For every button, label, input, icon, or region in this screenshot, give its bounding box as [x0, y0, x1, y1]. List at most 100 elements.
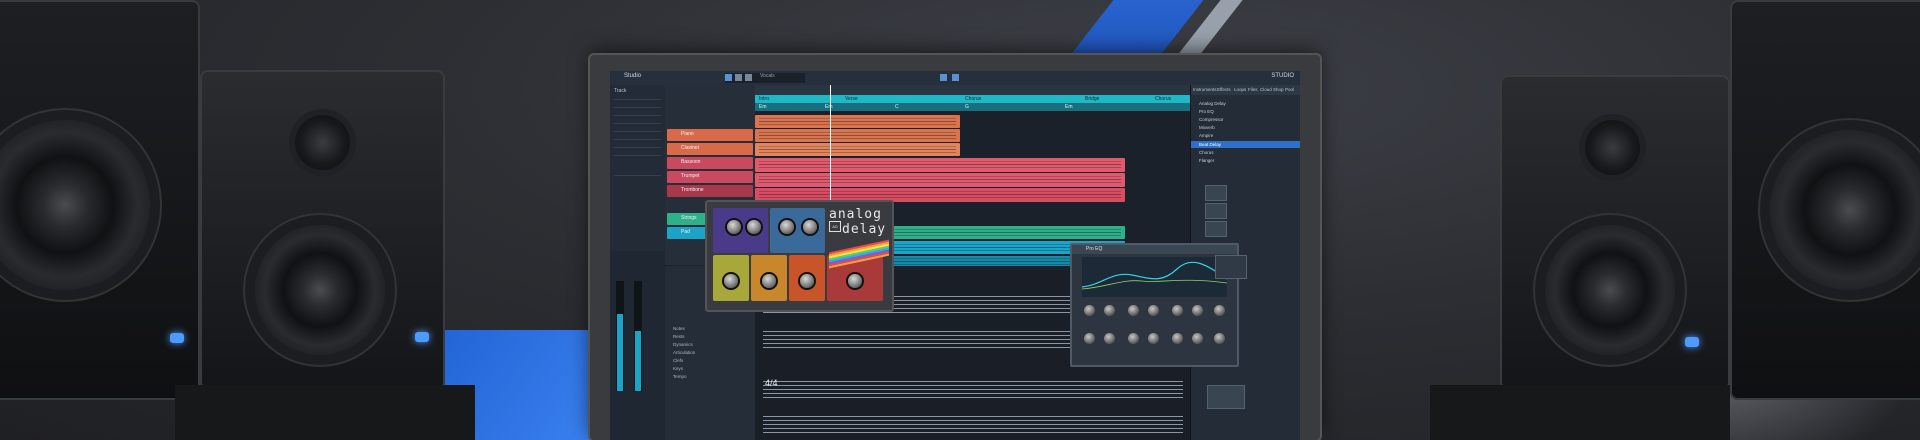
browser-tab[interactable]: Effects: [1217, 87, 1231, 92]
arranger-section[interactable]: Verse: [845, 96, 858, 102]
track-label: Trumpet: [681, 173, 700, 179]
browser-item[interactable]: Analog Delay: [1199, 101, 1226, 106]
eq-knob[interactable]: [1214, 305, 1225, 316]
chord-selector-widget[interactable]: [1215, 255, 1247, 279]
preset-thumbnail[interactable]: [1205, 221, 1227, 237]
browser-item[interactable]: Beat Delay: [1199, 142, 1221, 147]
browser-tab[interactable]: Pool: [1285, 87, 1294, 92]
chord-label[interactable]: Em: [825, 104, 833, 110]
preset-thumbnail[interactable]: [1207, 385, 1245, 409]
pencil-tool-icon[interactable]: [735, 74, 742, 81]
inspector-row[interactable]: [614, 107, 661, 108]
browser-tab[interactable]: Instruments: [1193, 87, 1217, 92]
low-cut-knob[interactable]: [724, 274, 738, 288]
inspector-row[interactable]: [614, 155, 661, 156]
preset-thumbnail[interactable]: [1205, 203, 1227, 219]
browser-tab[interactable]: Files: [1248, 87, 1258, 92]
inspector-row[interactable]: [614, 139, 661, 140]
rate-knob[interactable]: [762, 274, 776, 288]
volume-fader[interactable]: [634, 281, 642, 391]
audio-clip[interactable]: [755, 158, 1125, 172]
browser-tab[interactable]: Cloud: [1260, 87, 1272, 92]
eq-curve-display[interactable]: [1082, 257, 1227, 297]
arranger-section[interactable]: Intro: [759, 96, 769, 102]
inspector-row[interactable]: [614, 131, 661, 132]
browser-tab[interactable]: Shop: [1273, 87, 1284, 92]
eq-knob[interactable]: [1104, 305, 1115, 316]
inspector-row[interactable]: [614, 147, 661, 148]
eq-knob[interactable]: [1148, 333, 1159, 344]
selected-track-name: Vocals: [760, 73, 775, 79]
inspector-row[interactable]: [614, 123, 661, 124]
eq-knob[interactable]: [1128, 333, 1139, 344]
speaker-stand-left: [175, 385, 475, 440]
eq-knob[interactable]: [1214, 333, 1225, 344]
audio-clip[interactable]: [755, 173, 1125, 187]
chord-label[interactable]: G: [965, 104, 969, 110]
track-row-piano[interactable]: Piano: [667, 129, 753, 141]
preset-thumbnail[interactable]: [1205, 185, 1227, 201]
volume-fader[interactable]: [616, 281, 624, 391]
mix-knob[interactable]: [800, 274, 814, 288]
audio-clip[interactable]: [755, 129, 960, 142]
pro-eq-plugin[interactable]: Pro EQ: [1070, 243, 1239, 367]
snap-toggle-icon[interactable]: [940, 74, 947, 81]
chord-label[interactable]: Em: [759, 104, 767, 110]
browser-item[interactable]: Pro EQ: [1199, 109, 1214, 114]
inspector-title: Track: [614, 88, 627, 94]
browser-item[interactable]: Compressor: [1199, 117, 1224, 122]
width-knob[interactable]: [803, 220, 817, 234]
browser-item[interactable]: Mixverb: [1199, 125, 1215, 130]
symbol-category[interactable]: Rests: [673, 334, 685, 339]
arranger-section[interactable]: Chorus: [965, 96, 981, 102]
symbol-category[interactable]: Keys: [673, 366, 683, 371]
chord-label[interactable]: Em: [1065, 104, 1073, 110]
symbol-category[interactable]: Clefs: [673, 358, 683, 363]
plugin-badge: AD: [829, 221, 841, 232]
eq-knob[interactable]: [1192, 305, 1203, 316]
track-row-bassoon[interactable]: Bassoon: [667, 157, 753, 169]
track-row-trumpet[interactable]: Trumpet: [667, 171, 753, 183]
loop-toggle-icon[interactable]: [952, 74, 959, 81]
speaker-stand-right: [1430, 385, 1730, 440]
inspector-row[interactable]: [614, 115, 661, 116]
analog-delay-plugin[interactable]: analog delay AD: [705, 200, 894, 312]
inspector-row[interactable]: [614, 175, 661, 176]
daw-toolbar: Studio Vocals STUDIO: [610, 71, 1300, 86]
eq-knob[interactable]: [1128, 305, 1139, 316]
eq-knob[interactable]: [1084, 333, 1095, 344]
delay-time-knob[interactable]: [727, 220, 741, 234]
inspector-row[interactable]: [614, 99, 661, 100]
symbol-category[interactable]: Tempo: [673, 374, 687, 379]
track-row-clavinet[interactable]: Clavinet: [667, 143, 753, 155]
arranger-section[interactable]: Bridge: [1085, 96, 1099, 102]
delay-beats-knob[interactable]: [747, 220, 761, 234]
eq-knob[interactable]: [1172, 333, 1183, 344]
symbol-category[interactable]: Notes: [673, 326, 685, 331]
eq-knob[interactable]: [1148, 305, 1159, 316]
audio-clip[interactable]: [755, 143, 960, 156]
eraser-tool-icon[interactable]: [745, 74, 752, 81]
feedback-knob[interactable]: [780, 220, 794, 234]
symbol-category[interactable]: Dynamics: [673, 342, 693, 347]
eq-knob[interactable]: [1192, 333, 1203, 344]
chord-label[interactable]: C: [895, 104, 899, 110]
woofer-icon: [1770, 130, 1920, 290]
symbol-category[interactable]: Articulation: [673, 350, 695, 355]
audio-clip[interactable]: [755, 115, 960, 128]
track-row-trombone[interactable]: Trombone: [667, 185, 753, 197]
plugin-header: Pro EQ: [1072, 245, 1237, 254]
browser-item[interactable]: Ampire: [1199, 133, 1213, 138]
timeline-ruler[interactable]: [755, 85, 1190, 95]
arranger-section[interactable]: Chorus: [1155, 96, 1171, 102]
browser-item[interactable]: Flanger: [1199, 158, 1214, 163]
arrow-tool-icon[interactable]: [725, 74, 732, 81]
eq-knob[interactable]: [1172, 305, 1183, 316]
browser-tab[interactable]: Loops: [1234, 87, 1246, 92]
output-knob[interactable]: [848, 274, 862, 288]
plugin-logo: analog: [829, 207, 882, 222]
eq-knob[interactable]: [1104, 333, 1115, 344]
studio-scene: Studio Vocals STUDIO Track Piano Clavine…: [0, 0, 1920, 440]
eq-knob[interactable]: [1084, 305, 1095, 316]
browser-item[interactable]: Chorus: [1199, 150, 1214, 155]
